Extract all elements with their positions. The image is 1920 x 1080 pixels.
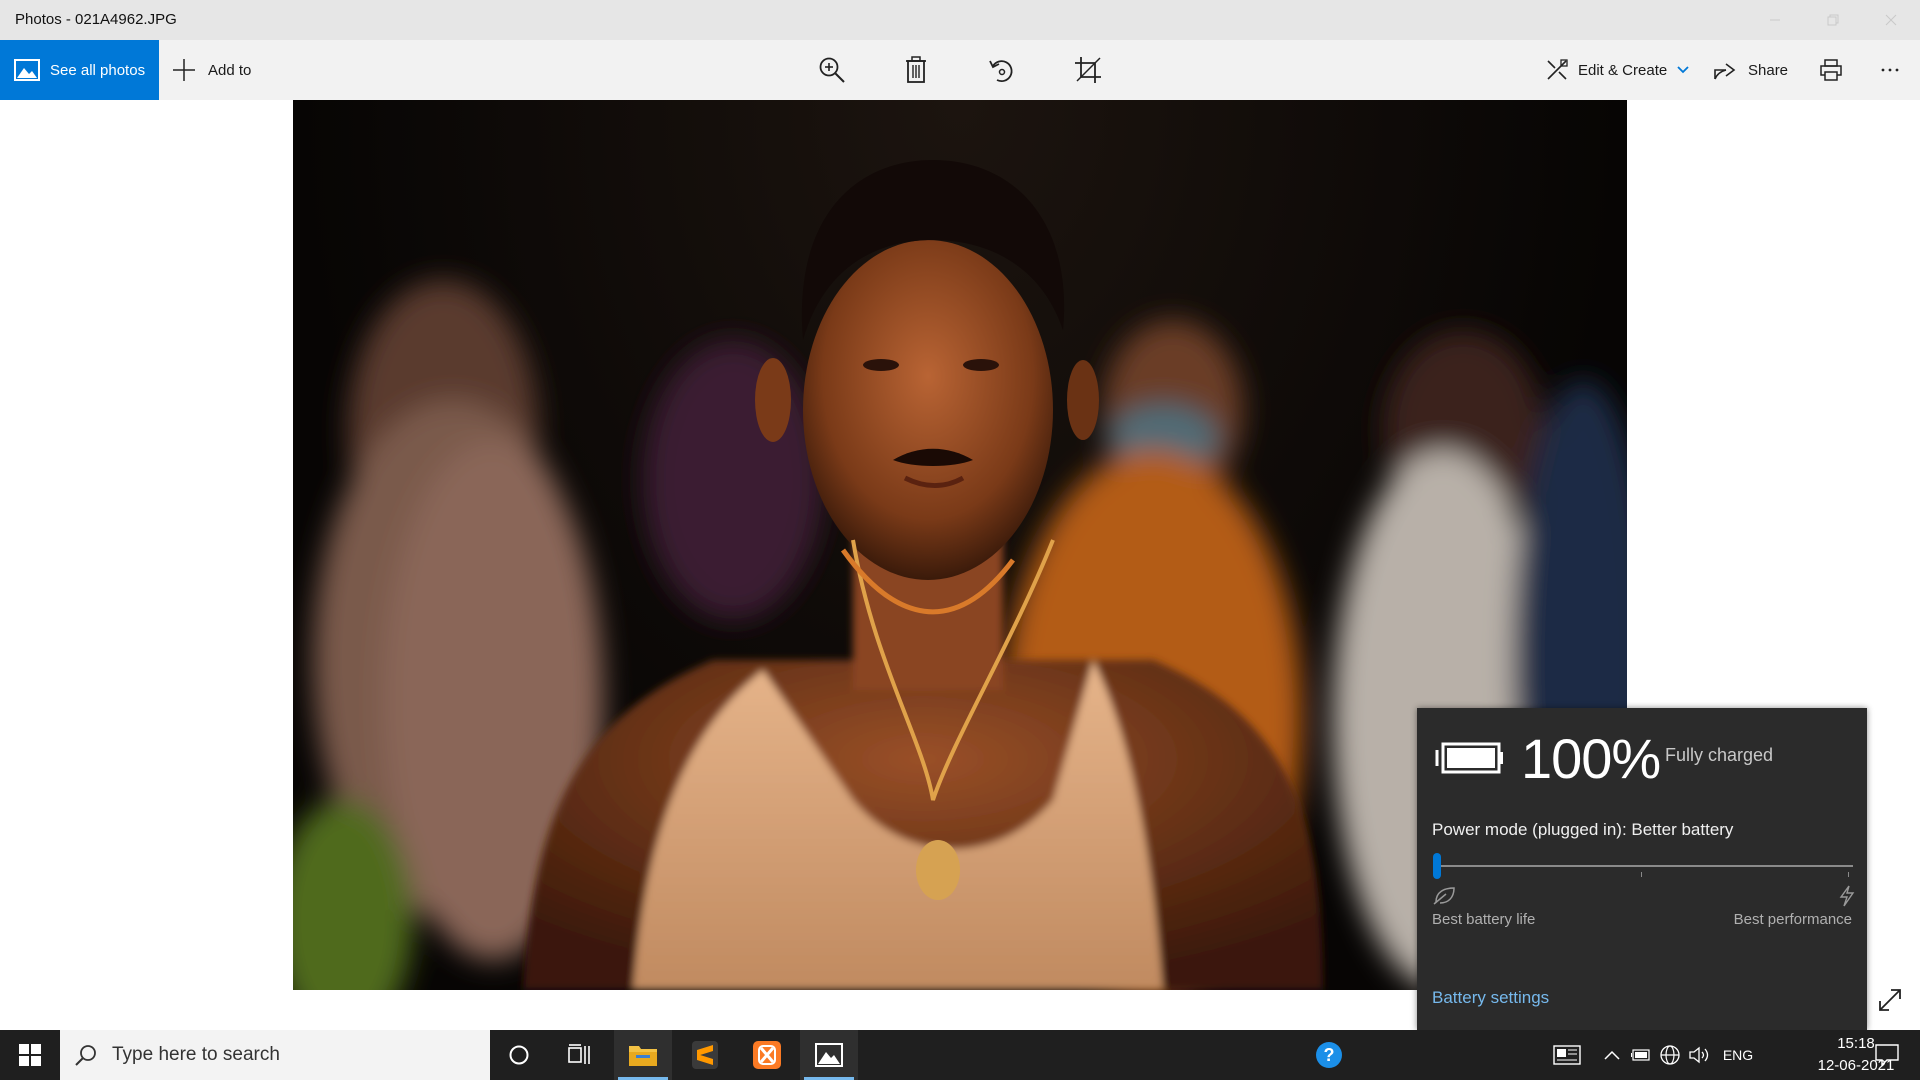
share-button[interactable]: Share [1714, 40, 1788, 100]
cortana-circle-icon [509, 1045, 529, 1065]
share-icon [1714, 60, 1736, 80]
xampp-button[interactable] [738, 1030, 796, 1080]
file-explorer-button[interactable] [614, 1030, 672, 1080]
slider-thumb[interactable] [1433, 853, 1441, 879]
edit-create-button[interactable]: Edit & Create [1546, 40, 1689, 100]
trash-icon [906, 56, 926, 83]
photos-toolbar: See all photos Add to Edit & Create Shar… [0, 40, 1920, 100]
cortana-button[interactable] [490, 1030, 548, 1080]
notification-icon [1875, 1044, 1899, 1066]
taskbar-clock[interactable]: 15:18 12-06-2021 [1760, 1030, 1895, 1080]
crop-button[interactable] [1073, 40, 1103, 100]
sublime-text-button[interactable] [676, 1030, 734, 1080]
help-app-button[interactable]: ? [1300, 1030, 1358, 1080]
power-mode-label: Power mode (plugged in): Better battery [1432, 820, 1734, 839]
news-and-interests-button[interactable] [1548, 1030, 1586, 1080]
start-button[interactable] [0, 1030, 60, 1080]
performance-bolt-icon [1839, 885, 1855, 912]
chevron-down-icon [1677, 66, 1689, 74]
add-to-label: Add to [208, 61, 252, 79]
add-to-button[interactable]: Add to [172, 40, 251, 100]
battery-percentage: 100% [1521, 727, 1661, 790]
close-icon [1885, 14, 1897, 26]
slider-track[interactable] [1435, 865, 1853, 867]
expand-icon [1879, 989, 1901, 1011]
crop-icon [1075, 57, 1101, 83]
plus-icon [172, 58, 196, 82]
rotate-button[interactable] [987, 40, 1017, 100]
restore-icon [1827, 14, 1839, 26]
battery-saver-leaf-icon [1432, 886, 1456, 911]
network-tray-button[interactable] [1657, 1030, 1683, 1080]
delete-button[interactable] [902, 40, 930, 100]
battery-icon [1631, 1049, 1650, 1061]
task-view-icon [568, 1044, 590, 1064]
photos-taskbar-icon [815, 1043, 843, 1067]
task-view-button[interactable] [551, 1030, 609, 1080]
print-icon [1820, 59, 1842, 81]
globe-icon [1660, 1045, 1680, 1065]
battery-status: Fully charged [1665, 745, 1774, 765]
photos-app-icon [14, 59, 40, 81]
window-title: Photos - 021A4962.JPG [15, 11, 177, 28]
edit-create-label: Edit & Create [1578, 61, 1668, 79]
ellipsis-icon [1881, 68, 1899, 72]
battery-settings-link[interactable]: Battery settings [1432, 988, 1549, 1008]
best-performance-label: Best performance [1733, 911, 1852, 928]
battery-tray-button[interactable] [1628, 1030, 1654, 1080]
slider-tick [1641, 872, 1642, 877]
input-language-indicator[interactable]: ENG [1720, 1030, 1756, 1080]
help-question-icon: ? [1316, 1042, 1342, 1068]
maximize-button[interactable] [1804, 0, 1862, 40]
chevron-up-icon [1604, 1050, 1620, 1060]
xampp-icon [753, 1041, 781, 1069]
volume-tray-button[interactable] [1686, 1030, 1714, 1080]
taskbar-search-box[interactable]: Type here to search [60, 1030, 490, 1080]
zoom-button[interactable] [816, 40, 848, 100]
windows-logo-icon [19, 1044, 41, 1066]
rotate-icon [989, 60, 1013, 83]
speaker-icon [1689, 1046, 1709, 1064]
folder-icon [629, 1046, 657, 1066]
action-center-button[interactable] [1862, 1030, 1912, 1080]
search-placeholder: Type here to search [112, 1044, 280, 1065]
minimize-button[interactable] [1746, 0, 1804, 40]
news-icon [1553, 1045, 1581, 1065]
language-label: ENG [1722, 1047, 1754, 1063]
photos-app-button[interactable] [800, 1030, 858, 1080]
taskbar: Type here to search ? ENG 15:18 12-06-20… [0, 1030, 1920, 1080]
full-screen-button[interactable] [1870, 980, 1910, 1020]
title-bar: Photos - 021A4962.JPG [0, 0, 1920, 40]
zoom-in-icon [819, 57, 845, 83]
battery-charging-icon [1433, 738, 1505, 783]
sublime-text-icon [692, 1041, 718, 1069]
best-battery-life-label: Best battery life [1432, 911, 1536, 928]
search-icon [74, 1043, 98, 1067]
print-button[interactable] [1818, 40, 1844, 100]
minimize-icon [1770, 19, 1780, 21]
svg-text:?: ? [1324, 1045, 1335, 1065]
battery-flyout: 100% Fully charged Power mode (plugged i… [1417, 708, 1867, 1030]
share-label: Share [1748, 61, 1789, 79]
slider-tick [1848, 872, 1849, 877]
see-all-photos-label: See all photos [50, 61, 146, 79]
more-options-button[interactable] [1878, 40, 1902, 100]
show-hidden-icons-button[interactable] [1600, 1030, 1624, 1080]
edit-create-icon [1546, 59, 1568, 81]
see-all-photos-button[interactable]: See all photos [0, 40, 159, 100]
close-button[interactable] [1862, 0, 1920, 40]
